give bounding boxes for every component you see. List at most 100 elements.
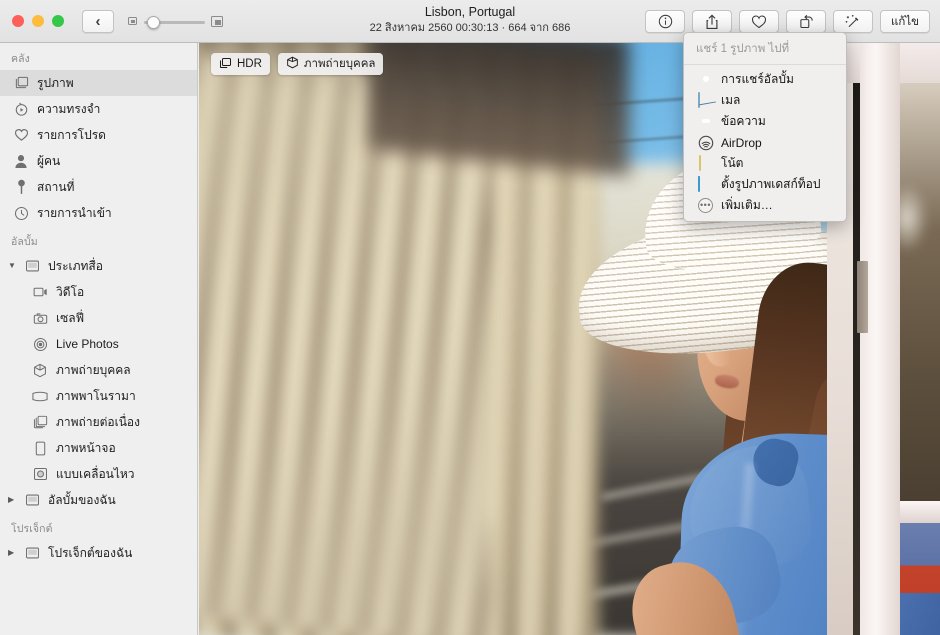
share-menu-item-messages[interactable]: ข้อความ	[684, 111, 846, 132]
folder-icon	[22, 257, 42, 275]
sidebar-item-portraits[interactable]: ภาพถ่ายบุคคล	[0, 357, 197, 383]
share-menu-item-shared-album[interactable]: การแชร์อัลบั้ม	[684, 69, 846, 90]
sidebar-item-people-label: ผู้คน	[37, 153, 61, 168]
sidebar-item-photos[interactable]: รูปภาพ	[0, 70, 197, 96]
portrait-cube-icon	[286, 56, 299, 72]
rotate-button[interactable]	[786, 10, 826, 33]
sidebar-item-places-label: สถานที่	[37, 179, 75, 194]
share-button[interactable]	[692, 10, 732, 33]
sidebar-item-bursts[interactable]: ภาพถ่ายต่อเนื่อง	[0, 409, 197, 435]
minimize-button[interactable]	[32, 15, 44, 27]
sidebar-item-my-albums[interactable]: ▶ อัลบั้มของฉัน	[0, 487, 197, 513]
hdr-stack-icon	[219, 57, 232, 72]
share-menu-item-mail[interactable]: เมล	[684, 90, 846, 111]
sidebar-item-memories[interactable]: ความทรงจำ	[0, 96, 197, 122]
sidebar-item-panoramas[interactable]: ภาพพาโนรามา	[0, 383, 197, 409]
zoom-slider-knob[interactable]	[147, 16, 160, 29]
sidebar-item-bursts-label: ภาพถ่ายต่อเนื่อง	[56, 414, 140, 429]
share-menu-item-airdrop[interactable]: AirDrop	[684, 132, 846, 153]
info-button[interactable]	[645, 10, 685, 33]
mail-app-icon	[698, 91, 714, 109]
sidebar-item-people[interactable]: ผู้คน	[0, 148, 197, 174]
share-menu-item-desktop-picture-label: ตั้งรูปภาพเดสก์ท็อป	[721, 177, 821, 191]
person-icon	[11, 152, 31, 170]
magic-wand-icon	[845, 14, 861, 30]
info-icon	[658, 14, 673, 29]
share-menu-header: แชร์ 1 รูปภาพ ไปที่	[684, 33, 846, 65]
photo-badges: HDR ภาพถ่ายบุคคล	[211, 53, 384, 75]
share-icon	[705, 13, 719, 30]
sidebar-item-screenshots-label: ภาพหน้าจอ	[56, 440, 116, 455]
sidebar-item-portraits-label: ภาพถ่ายบุคคล	[56, 362, 131, 377]
zoom-slider[interactable]	[128, 16, 223, 29]
sidebar-item-my-albums-label: อัลบั้มของฉัน	[48, 492, 116, 507]
share-menu-item-notes-label: โน้ต	[721, 156, 744, 170]
photos-app-window: HDR ภาพถ่ายบุคคล คลัง รูปภาพ ความทรงจำ ร…	[0, 0, 940, 635]
close-button[interactable]	[12, 15, 24, 27]
heart-icon	[751, 15, 767, 29]
sidebar-item-videos[interactable]: วิดีโอ	[0, 279, 197, 305]
large-thumbnail-icon	[211, 16, 223, 27]
sidebar-item-photos-label: รูปภาพ	[37, 75, 74, 90]
sidebar-item-screenshots[interactable]: ภาพหน้าจอ	[0, 435, 197, 461]
share-menu-item-airdrop-label: AirDrop	[721, 135, 762, 150]
photos-stack-icon	[11, 74, 31, 92]
sidebar-item-live-photos[interactable]: Live Photos	[0, 331, 197, 357]
sidebar[interactable]: คลัง รูปภาพ ความทรงจำ รายการโปรด ผู้คน ส…	[0, 43, 198, 635]
sidebar-section-library-header: คลัง	[11, 53, 30, 65]
burst-icon	[30, 413, 50, 431]
memories-icon	[11, 100, 31, 118]
sidebar-section-albums-header: อัลบั้ม	[11, 236, 38, 248]
sidebar-item-places[interactable]: สถานที่	[0, 174, 197, 200]
zoom-button[interactable]	[52, 15, 64, 27]
heart-icon	[11, 126, 31, 144]
window-controls	[12, 15, 64, 27]
sidebar-section-projects-header: โปรเจ็กต์	[11, 523, 53, 535]
sidebar-item-my-projects[interactable]: ▶ โปรเจ็กต์ของฉัน	[0, 540, 197, 566]
favorite-button[interactable]	[739, 10, 779, 33]
disclosure-triangle-collapsed-icon[interactable]: ▶	[8, 496, 18, 504]
badge-portrait-label: ภาพถ่ายบุคคล	[303, 58, 376, 70]
sidebar-item-imports[interactable]: รายการนำเข้า	[0, 200, 197, 226]
share-menu[interactable]: แชร์ 1 รูปภาพ ไปที่ การแชร์อัลบั้ม เมล ข…	[683, 32, 847, 222]
small-thumbnail-icon	[128, 17, 137, 25]
edit-button[interactable]: แก้ไข	[880, 10, 930, 33]
disclosure-triangle-collapsed-icon[interactable]: ▶	[8, 549, 18, 557]
sidebar-item-selfies[interactable]: เซลฟี่	[0, 305, 197, 331]
selfie-camera-icon	[30, 309, 50, 327]
sidebar-item-memories-label: ความทรงจำ	[37, 101, 101, 116]
live-photos-icon	[30, 335, 50, 353]
back-button[interactable]: ‹	[82, 10, 114, 33]
sidebar-item-imports-label: รายการนำเข้า	[37, 205, 112, 220]
sidebar-item-favorites-label: รายการโปรด	[37, 127, 106, 142]
toolbar-actions: แก้ไข	[645, 10, 930, 33]
sidebar-item-selfies-label: เซลฟี่	[56, 310, 85, 325]
share-menu-item-more[interactable]: ••• เพิ่มเติม…	[684, 195, 846, 216]
share-menu-item-desktop-picture[interactable]: ตั้งรูปภาพเดสก์ท็อป	[684, 174, 846, 195]
disclosure-triangle-expanded-icon[interactable]: ▼	[8, 262, 18, 270]
sidebar-item-favorites[interactable]: รายการโปรด	[0, 122, 197, 148]
share-menu-item-more-label: เพิ่มเติม…	[721, 198, 773, 212]
folder-icon	[22, 491, 42, 509]
sidebar-item-media-types-label: ประเภทสื่อ	[48, 258, 103, 273]
sidebar-item-animated[interactable]: แบบเคลื่อนไหว	[0, 461, 197, 487]
sidebar-item-media-types[interactable]: ▼ ประเภทสื่อ	[0, 253, 197, 279]
sidebar-item-panoramas-label: ภาพพาโนรามา	[56, 388, 136, 403]
folder-icon	[22, 544, 42, 562]
auto-enhance-button[interactable]	[833, 10, 873, 33]
share-menu-item-shared-album-label: การแชร์อัลบั้ม	[721, 72, 794, 86]
video-icon	[30, 283, 50, 301]
share-menu-item-notes[interactable]: โน้ต	[684, 153, 846, 174]
sidebar-item-videos-label: วิดีโอ	[56, 284, 85, 299]
notes-app-icon	[698, 154, 714, 172]
badge-hdr[interactable]: HDR	[211, 53, 270, 75]
more-ellipsis-glyph: •••	[698, 197, 713, 213]
sidebar-item-animated-label: แบบเคลื่อนไหว	[56, 466, 135, 481]
animated-icon	[30, 465, 50, 483]
messages-app-icon	[698, 114, 714, 130]
pin-icon	[11, 178, 31, 196]
badge-portrait[interactable]: ภาพถ่ายบุคคล	[277, 53, 384, 75]
portrait-cube-icon	[30, 361, 50, 379]
screenshot-icon	[30, 439, 50, 457]
sidebar-item-live-photos-label: Live Photos	[56, 337, 119, 351]
